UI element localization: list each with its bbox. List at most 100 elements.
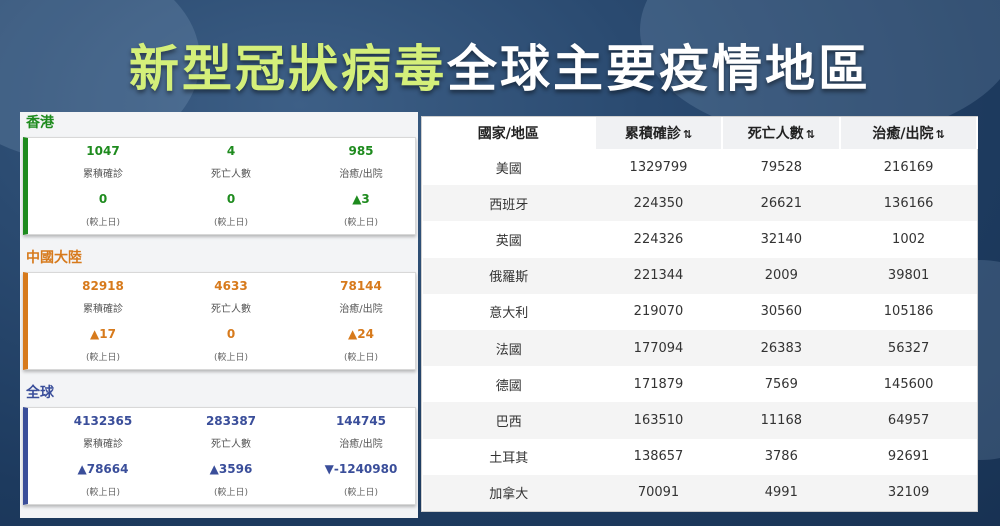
stat-label: 累積確診 [83,169,123,180]
stat-cell: 78144 [296,279,426,295]
stat-value: 4633 [214,279,248,293]
number-cell: 32140 [722,221,841,258]
country-table-container: 國家/地區 累積確診 ⇅ 死亡人數 ⇅ 治癒/出院 ⇅ 美國 1329799 79528 2… [421,116,978,512]
number-cell: 2009 [722,257,841,294]
stat-note: (較上日) [213,488,249,498]
stat-cell: 累積確診 [38,168,168,182]
number-cell: 105186 [840,293,977,330]
country-cell: 美國 [423,149,595,186]
table-row: 西班牙 224350 26621 136166 [423,185,977,222]
number-cell: 32109 [840,474,977,511]
number-cell: 1329799 [594,149,723,186]
number-cell: 92691 [840,438,977,475]
stat-note: (較上日) [85,488,121,498]
region-title-hongkong: 香港 [26,115,54,131]
stat-cell: 死亡人數 [166,303,296,317]
stat-change: ▲78664 [77,462,129,476]
country-cell: 加拿大 [423,474,595,511]
stat-cell: ▼-1240980 [296,462,426,478]
sort-icon[interactable]: ⇅ [683,128,692,141]
table-row: 美國 1329799 79528 216169 [423,149,977,186]
number-cell: 26621 [722,185,841,222]
header-confirmed[interactable]: 累積確診 ⇅ [594,117,724,149]
stat-change: 0 [226,192,236,206]
sort-icon[interactable]: ⇅ [936,128,945,141]
country-cell: 英國 [423,221,595,258]
stat-label: 死亡人數 [211,304,251,315]
stat-note: (較上日) [343,353,379,363]
stat-value: 78144 [340,279,382,293]
stat-change: 0 [226,327,236,341]
title-part-white: 全球主要疫情地區 [447,40,871,98]
number-cell: 56327 [840,329,977,367]
page-title: 新型冠狀病毒全球主要疫情地區 [0,38,1000,100]
number-cell: 138657 [594,438,723,475]
stat-value: 144745 [335,414,387,428]
number-cell: 30560 [722,293,841,330]
sort-icon[interactable]: ⇅ [806,128,815,141]
table-row: 英國 224326 32140 1002 [423,221,977,258]
number-cell: 11168 [722,402,841,439]
stat-cell: 4132365 [38,414,168,430]
stat-value: 4 [226,144,236,158]
number-cell: 171879 [594,366,723,403]
stat-label: 治癒/出院 [339,439,383,450]
table-row: 俄羅斯 221344 2009 39801 [423,257,977,294]
stat-cell: (較上日) [38,351,168,365]
stat-value: 1047 [86,144,120,158]
stat-note: (較上日) [85,353,121,363]
stat-change: ▲17 [90,327,116,341]
stat-cell: 死亡人數 [166,438,296,452]
stat-note: (較上日) [213,353,249,363]
stat-cell: 82918 [38,279,168,295]
stat-change: 0 [98,192,108,206]
country-cell: 巴西 [423,402,595,439]
country-cell: 意大利 [423,293,595,330]
stat-cell: 4633 [166,279,296,295]
table-body: 美國 1329799 79528 216169 西班牙 224350 26621 136166… [423,149,977,511]
table-header-row: 國家/地區 累積確診 ⇅ 死亡人數 ⇅ 治癒/出院 ⇅ [423,117,978,149]
country-cell: 法國 [423,329,595,367]
number-cell: 70091 [594,474,723,511]
stat-cell: 0 [166,192,296,208]
country-cell: 土耳其 [423,438,595,475]
number-cell: 3786 [722,438,841,475]
stat-cell: 283387 [166,414,296,430]
stat-cell: 死亡人數 [166,168,296,182]
number-cell: 64957 [840,402,977,439]
region-card-global: 4132365 累積確診 ▲78664 (較上日) 283387 死亡人數 ▲3596 (較上… [23,407,416,505]
table-row: 意大利 219070 30560 105186 [423,293,977,330]
stat-cell: 治癒/出院 [296,168,426,182]
header-recovered[interactable]: 治癒/出院 ⇅ [840,117,978,149]
number-cell: 7569 [722,366,841,403]
stat-cell: 1047 [38,144,168,160]
stat-cell: (較上日) [296,216,426,230]
number-cell: 4991 [722,474,841,511]
number-cell: 145600 [840,366,977,403]
title-part-green: 新型冠狀病毒 [129,40,447,98]
stat-value: 82918 [82,279,124,293]
stat-change: ▼-1240980 [324,462,398,476]
number-cell: 39801 [840,257,977,294]
number-cell: 216169 [840,149,977,186]
stat-value: 985 [348,144,374,158]
stat-label: 累積確診 [83,304,123,315]
number-cell: 224326 [594,221,723,258]
number-cell: 1002 [840,221,977,258]
region-title-mainland: 中國大陸 [26,250,82,266]
stat-cell: (較上日) [166,351,296,365]
stat-label: 累積確診 [83,439,123,450]
number-cell: 219070 [594,293,723,330]
stat-label: 治癒/出院 [339,304,383,315]
table-row: 德國 171879 7569 145600 [423,366,977,403]
stat-cell: (較上日) [38,216,168,230]
region-card-hongkong: 1047 累積確診 0 (較上日) 4 死亡人數 0 (較上日) 985 治癒/出院 ▲3 (較上日) [23,137,416,235]
stat-label: 死亡人數 [211,169,251,180]
header-deaths[interactable]: 死亡人數 ⇅ [722,117,842,149]
stat-cell: 治癒/出院 [296,438,426,452]
region-card-mainland: 82918 累積確診 ▲17 (較上日) 4633 死亡人數 0 (較上日) 78144 治癒/出… [23,272,416,370]
stat-value: 283387 [205,414,257,428]
stat-cell: ▲3 [296,192,426,208]
stat-cell: (較上日) [296,351,426,365]
stat-cell: ▲3596 [166,462,296,478]
